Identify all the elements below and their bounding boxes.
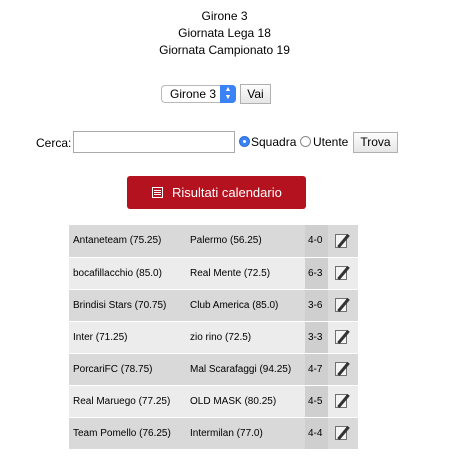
list-icon: [152, 187, 163, 198]
search-label: Cerca:: [36, 136, 72, 150]
championship-matchday: Giornata Campionato 19: [159, 43, 290, 57]
radio-squadra[interactable]: [239, 136, 250, 147]
search-input[interactable]: [73, 131, 235, 153]
league-matchday: Giornata Lega 18: [178, 26, 271, 40]
home-team: bocafillacchio (85.0): [69, 257, 186, 290]
edit-note-icon[interactable]: [334, 360, 352, 378]
home-team: Real Maruego (77.25): [69, 385, 186, 418]
radio-squadra-label[interactable]: Squadra: [251, 135, 296, 149]
edit-note-icon[interactable]: [334, 264, 352, 282]
edit-note-icon[interactable]: [334, 424, 352, 442]
calendar-results-button[interactable]: Risultati calendario: [127, 176, 306, 209]
match-row: bocafillacchio (85.0) Real Mente (72.5) 6-…: [69, 257, 358, 290]
match-score: 6-3: [305, 257, 328, 290]
group-select[interactable]: Girone 3 ▲ ▼: [161, 85, 236, 103]
home-team: Antaneteam (75.25): [69, 225, 186, 258]
edit-cell[interactable]: [328, 353, 358, 386]
home-team: PorcariFC (78.75): [69, 353, 186, 386]
away-team: Real Mente (72.5): [186, 257, 305, 290]
away-team: Mal Scarafaggi (94.25): [186, 353, 305, 386]
match-row: Team Pomello (76.25) Intermilan (77.0) 4-4: [69, 417, 358, 450]
edit-cell[interactable]: [328, 385, 358, 418]
edit-cell[interactable]: [328, 321, 358, 354]
match-row: Inter (71.25) zio rino (72.5) 3-3: [69, 321, 358, 354]
match-score: 4-7: [305, 353, 328, 386]
home-team: Brindisi Stars (70.75): [69, 289, 186, 322]
edit-note-icon[interactable]: [334, 328, 352, 346]
calendar-results-label: Risultati calendario: [172, 185, 282, 200]
match-score: 3-6: [305, 289, 328, 322]
home-team: Team Pomello (76.25): [69, 417, 186, 450]
find-button[interactable]: Trova: [353, 132, 398, 153]
match-score: 4-4: [305, 417, 328, 450]
results-table: Antaneteam (75.25) Palermo (56.25) 4-0 boca…: [69, 225, 358, 450]
edit-cell[interactable]: [328, 225, 358, 258]
away-team: Intermilan (77.0): [186, 417, 305, 450]
match-score: 4-0: [305, 225, 328, 258]
home-team: Inter (71.25): [69, 321, 186, 354]
round-title: Girone 3: [201, 9, 248, 23]
edit-note-icon[interactable]: [334, 392, 352, 410]
group-select-value: Girone 3: [170, 87, 217, 101]
match-row: Real Maruego (77.25) OLD MASK (80.25) 4-5: [69, 385, 358, 418]
match-score: 3-3: [305, 321, 328, 354]
edit-cell[interactable]: [328, 417, 358, 450]
away-team: zio rino (72.5): [186, 321, 305, 354]
edit-note-icon[interactable]: [334, 296, 352, 314]
radio-utente[interactable]: [300, 136, 311, 147]
select-arrows-icon: ▲ ▼: [220, 85, 236, 103]
edit-cell[interactable]: [328, 289, 358, 322]
match-row: PorcariFC (78.75) Mal Scarafaggi (94.25) 4…: [69, 353, 358, 386]
edit-cell[interactable]: [328, 257, 358, 290]
edit-note-icon[interactable]: [334, 232, 352, 250]
match-row: Antaneteam (75.25) Palermo (56.25) 4-0: [69, 225, 358, 258]
radio-utente-label[interactable]: Utente: [313, 135, 348, 149]
away-team: OLD MASK (80.25): [186, 385, 305, 418]
go-button[interactable]: Vai: [240, 84, 271, 104]
match-score: 4-5: [305, 385, 328, 418]
match-row: Brindisi Stars (70.75) Club America (85.0…: [69, 289, 358, 322]
away-team: Palermo (56.25): [186, 225, 305, 258]
away-team: Club America (85.0): [186, 289, 305, 322]
